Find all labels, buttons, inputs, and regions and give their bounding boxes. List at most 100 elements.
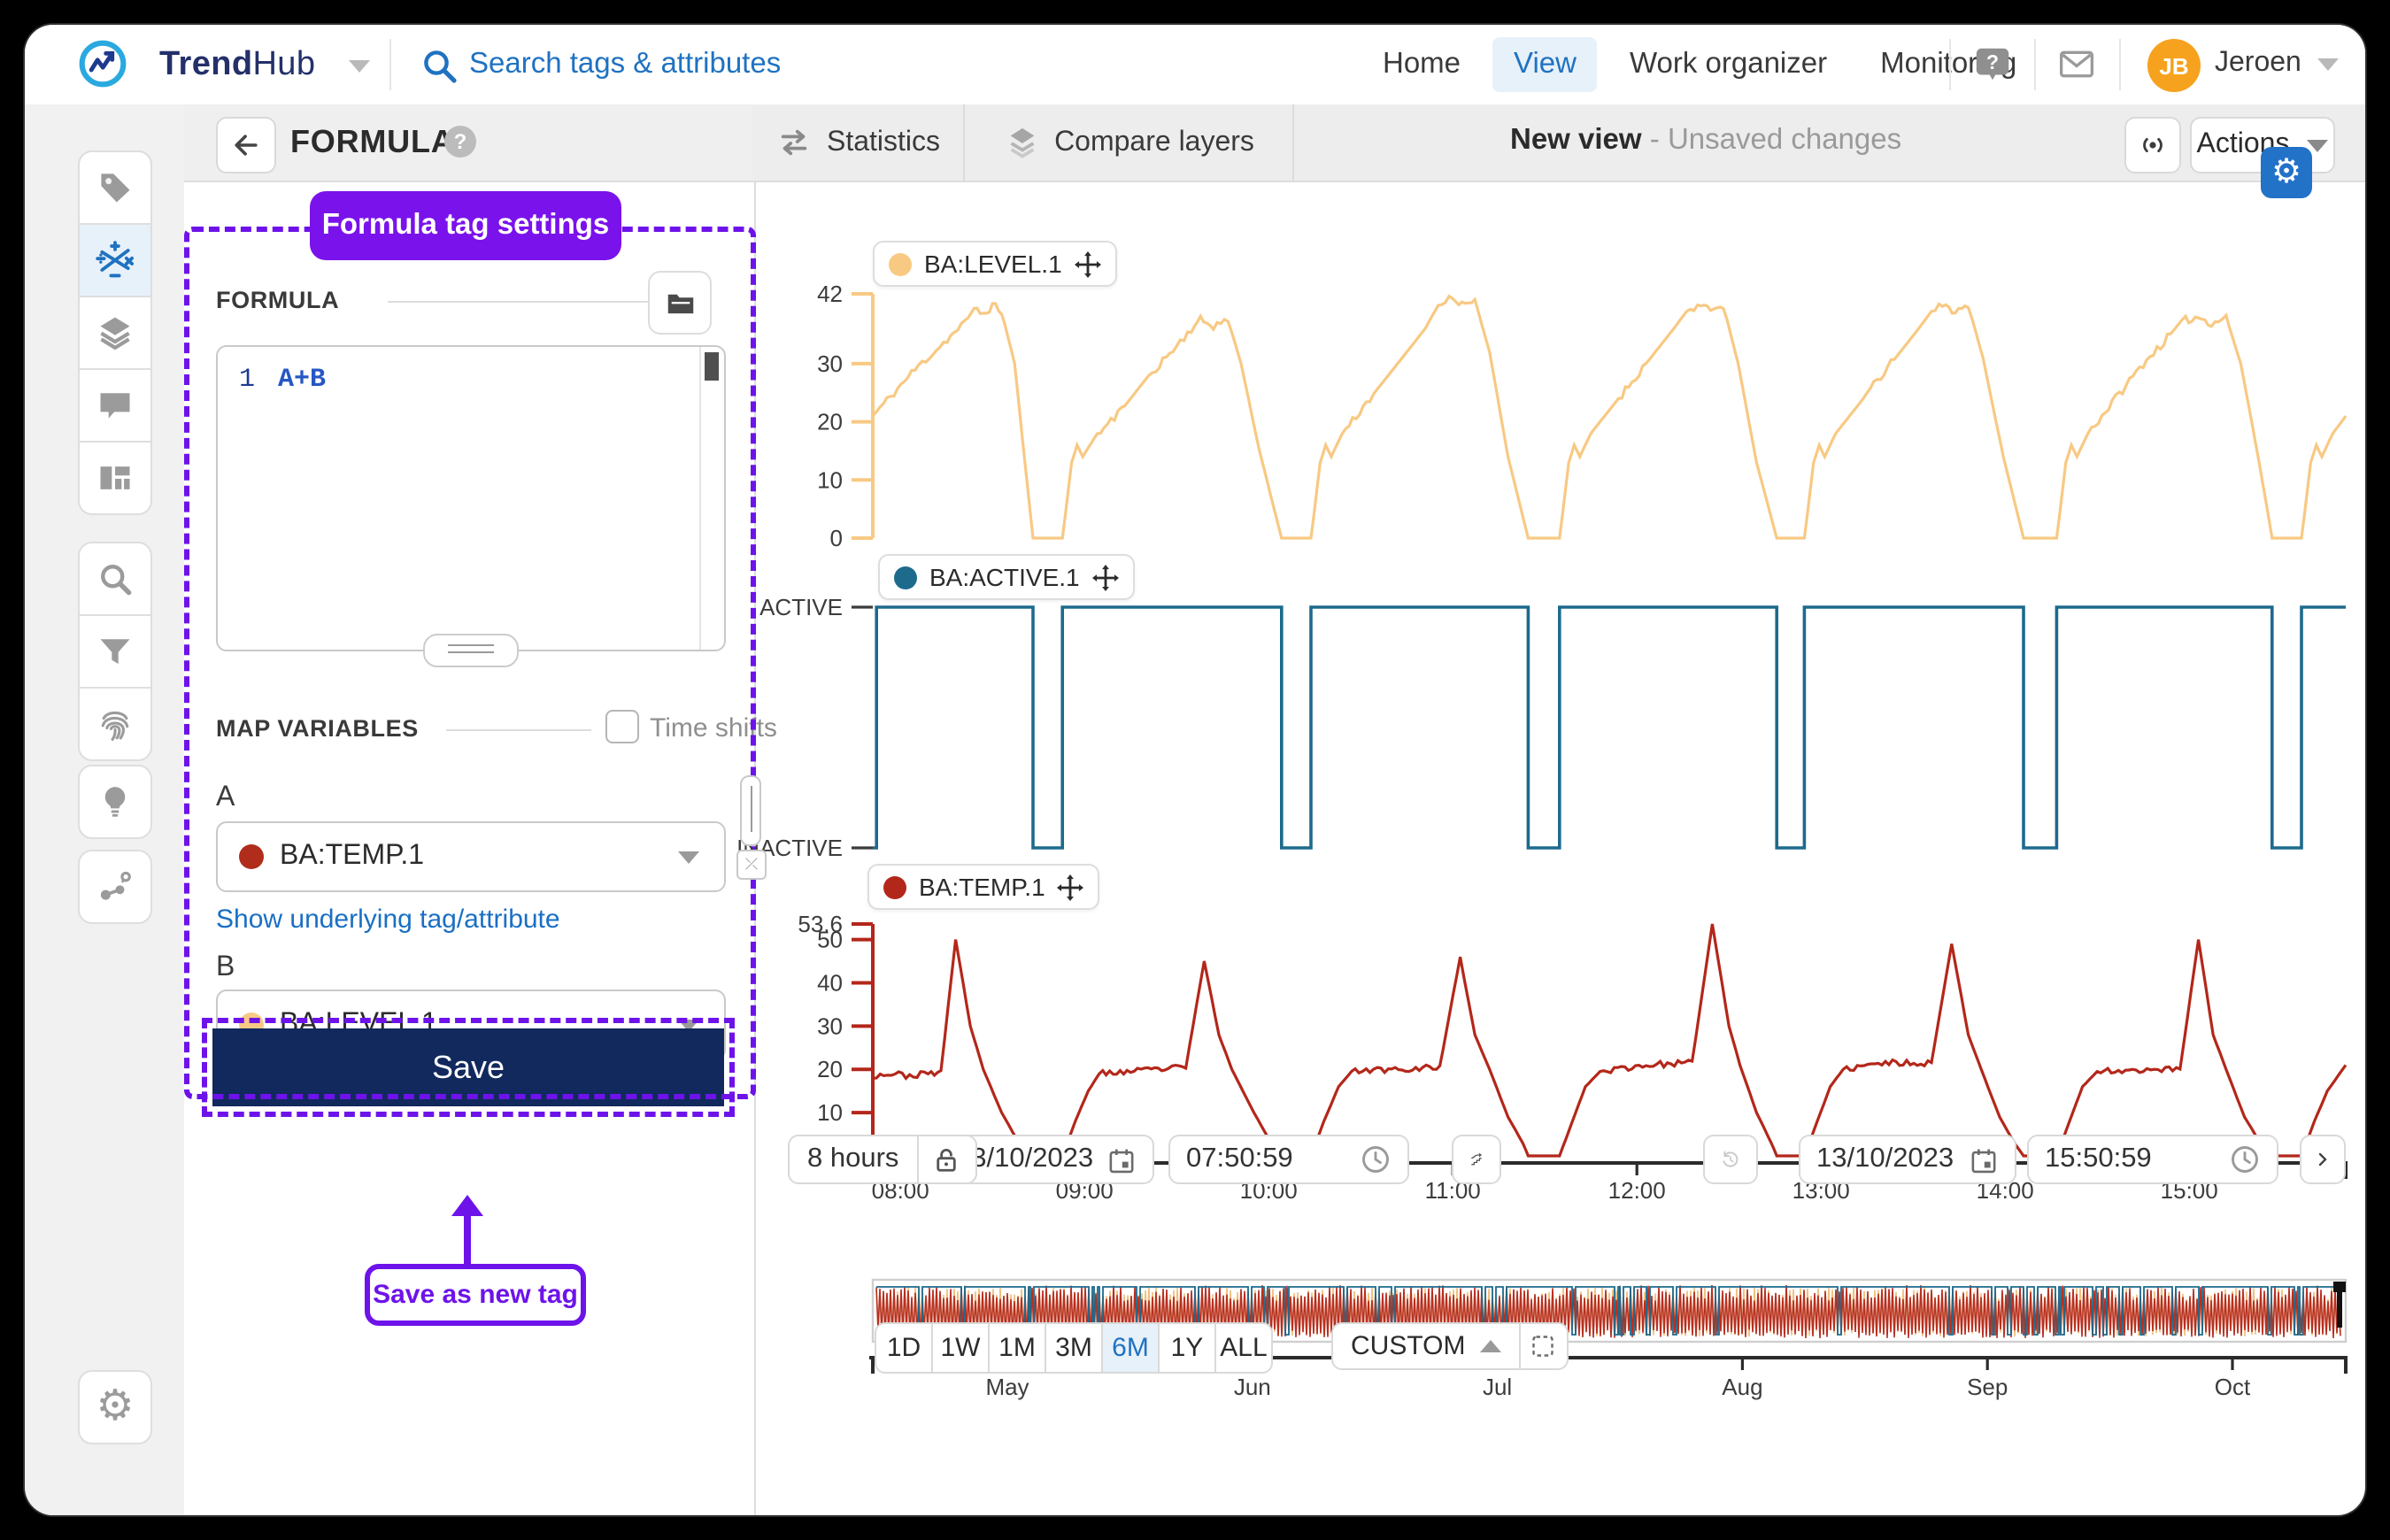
section-rule	[446, 729, 591, 731]
end-date-button[interactable]: 13/10/2023	[1799, 1135, 2016, 1184]
sidebar-item-layers[interactable]	[78, 296, 152, 370]
range-button-6m[interactable]: 6M	[1101, 1322, 1160, 1374]
divider	[2119, 39, 2121, 90]
show-underlying-link-a[interactable]: Show underlying tag/attribute	[216, 905, 560, 935]
compare-layers-button[interactable]: Compare layers	[979, 104, 1280, 181]
lock-duration-button[interactable]	[916, 1136, 975, 1182]
end-time-button[interactable]: 15:50:59	[2027, 1135, 2278, 1184]
chart-level: 010203042	[817, 281, 2346, 551]
top-bar: TrendHub Search tags & attributes HomeVi…	[25, 25, 2365, 106]
svg-text:Oct: Oct	[2215, 1374, 2251, 1400]
chart-active: ACTIVEINACTIVE	[736, 594, 2346, 861]
range-button-1y[interactable]: 1Y	[1158, 1322, 1216, 1374]
back-button[interactable]	[216, 117, 276, 173]
legend-label: BA:LEVEL.1	[924, 250, 1062, 278]
chevron-down-icon	[678, 851, 699, 864]
help-icon[interactable]: ?	[1972, 44, 2013, 85]
editor-scroll-thumb[interactable]	[705, 352, 719, 381]
range-button-1w[interactable]: 1W	[931, 1322, 990, 1374]
svg-text:20: 20	[817, 1056, 843, 1082]
sidebar-item-comment[interactable]	[78, 368, 152, 443]
brand-dropdown-caret-icon[interactable]	[349, 60, 370, 73]
view-title: New view - Unsaved changes	[1510, 124, 1901, 158]
editor-scroll-track	[699, 347, 701, 650]
range-buttons: 1D1W1M3M6M1YALL	[875, 1322, 1273, 1374]
svg-text:?: ?	[1986, 50, 1999, 73]
formula-panel-header: FORMULA ?	[184, 104, 754, 182]
nav-item-view[interactable]: View	[1492, 37, 1598, 92]
avatar[interactable]: JB	[2147, 39, 2201, 92]
editor-code: A+B	[278, 365, 326, 395]
variable-a-select[interactable]: BA:TEMP.1	[216, 821, 726, 892]
lightbulb-icon	[96, 782, 135, 821]
variable-b-name: B	[216, 952, 235, 984]
tag-icon	[96, 168, 135, 207]
divider	[1949, 39, 1951, 90]
view-title-name: New view	[1510, 124, 1642, 156]
legend-ba-active-1[interactable]: BA:ACTIVE.1	[878, 554, 1135, 600]
panel-collapse-button[interactable]: ⤫	[736, 850, 767, 880]
history-icon	[1721, 1143, 1740, 1175]
legend-ba-temp-1[interactable]: BA:TEMP.1	[867, 864, 1100, 910]
live-mode-button[interactable]	[2124, 117, 2181, 173]
sidebar-group	[78, 850, 149, 924]
panel-resize-handle[interactable]	[740, 775, 761, 846]
save-button[interactable]: Save	[212, 1028, 724, 1106]
editor-resize-handle[interactable]	[423, 634, 519, 667]
sidebar-item-filter[interactable]	[78, 614, 152, 689]
pan-right-button[interactable]	[2300, 1135, 2346, 1184]
tag-color-dot	[239, 844, 264, 869]
divider	[963, 104, 965, 181]
chart-settings-button[interactable]: ⚙	[2261, 147, 2312, 198]
user-name[interactable]: Jeroen	[2215, 48, 2301, 80]
select-range-button[interactable]	[1518, 1324, 1566, 1368]
map-variables-label: MAP VARIABLES	[216, 715, 419, 742]
formula-editor[interactable]: 1 A+B	[216, 345, 726, 651]
range-button-1d[interactable]: 1D	[875, 1322, 933, 1374]
sidebar-item-settings[interactable]: ⚙	[78, 1370, 152, 1444]
nav-item-home[interactable]: Home	[1361, 37, 1482, 92]
nav-item-work-organizer[interactable]: Work organizer	[1608, 37, 1848, 92]
search-input[interactable]: Search tags & attributes	[469, 48, 781, 81]
duration-button[interactable]: 8 hours	[790, 1136, 916, 1182]
move-icon	[1092, 564, 1119, 590]
legend-ba-level-1[interactable]: BA:LEVEL.1	[873, 241, 1117, 287]
start-time-button[interactable]: 07:50:59	[1168, 1135, 1409, 1184]
selection-box-icon	[1530, 1333, 1556, 1359]
svg-text:10: 10	[817, 466, 843, 493]
range-button-1m[interactable]: 1M	[988, 1322, 1046, 1374]
sidebar-group	[78, 765, 149, 839]
fingerprint-icon	[96, 705, 135, 743]
range-button-3m[interactable]: 3M	[1045, 1322, 1103, 1374]
sidebar-item-formula[interactable]	[78, 223, 152, 297]
sidebar-item-dashboard[interactable]	[78, 441, 152, 515]
trendhub-logo-icon	[78, 39, 127, 89]
search-icon	[96, 559, 135, 598]
overview-scrub-handle[interactable]	[2337, 1285, 2342, 1328]
svg-text:Jul: Jul	[1483, 1374, 1512, 1400]
mail-icon[interactable]	[2057, 46, 2096, 83]
svg-text:30: 30	[817, 1013, 843, 1039]
statistics-button[interactable]: Statistics	[767, 104, 951, 181]
annotation-arrow-line	[464, 1214, 471, 1266]
sidebar-item-fingerprint[interactable]	[78, 687, 152, 761]
editor-line-number: 1	[239, 365, 255, 395]
sidebar-item-tag[interactable]	[78, 150, 152, 225]
sidebar-item-lightbulb[interactable]	[78, 765, 152, 839]
main-nav: HomeViewWork organizerMonitoring	[1361, 35, 2038, 94]
end-date-value: 13/10/2023	[1816, 1143, 1954, 1175]
interpolation-button[interactable]	[1452, 1135, 1501, 1184]
open-formula-folder-button[interactable]	[648, 271, 712, 335]
reset-time-button[interactable]	[1703, 1135, 1758, 1184]
search-icon[interactable]	[421, 48, 459, 85]
time-shifts-checkbox[interactable]	[605, 710, 639, 743]
help-circle-icon[interactable]: ?	[444, 126, 476, 158]
custom-range-button[interactable]: CUSTOM	[1333, 1324, 1518, 1368]
sidebar-item-search[interactable]	[78, 542, 152, 616]
sidebar-item-nodes[interactable]	[78, 850, 152, 924]
svg-text:40: 40	[817, 969, 843, 996]
chart-temp: 0102030405053.6	[798, 911, 2346, 1169]
svg-text:Sep: Sep	[1967, 1374, 2008, 1400]
range-button-all[interactable]: ALL	[1214, 1322, 1273, 1374]
user-dropdown-caret-icon[interactable]	[2317, 58, 2339, 71]
